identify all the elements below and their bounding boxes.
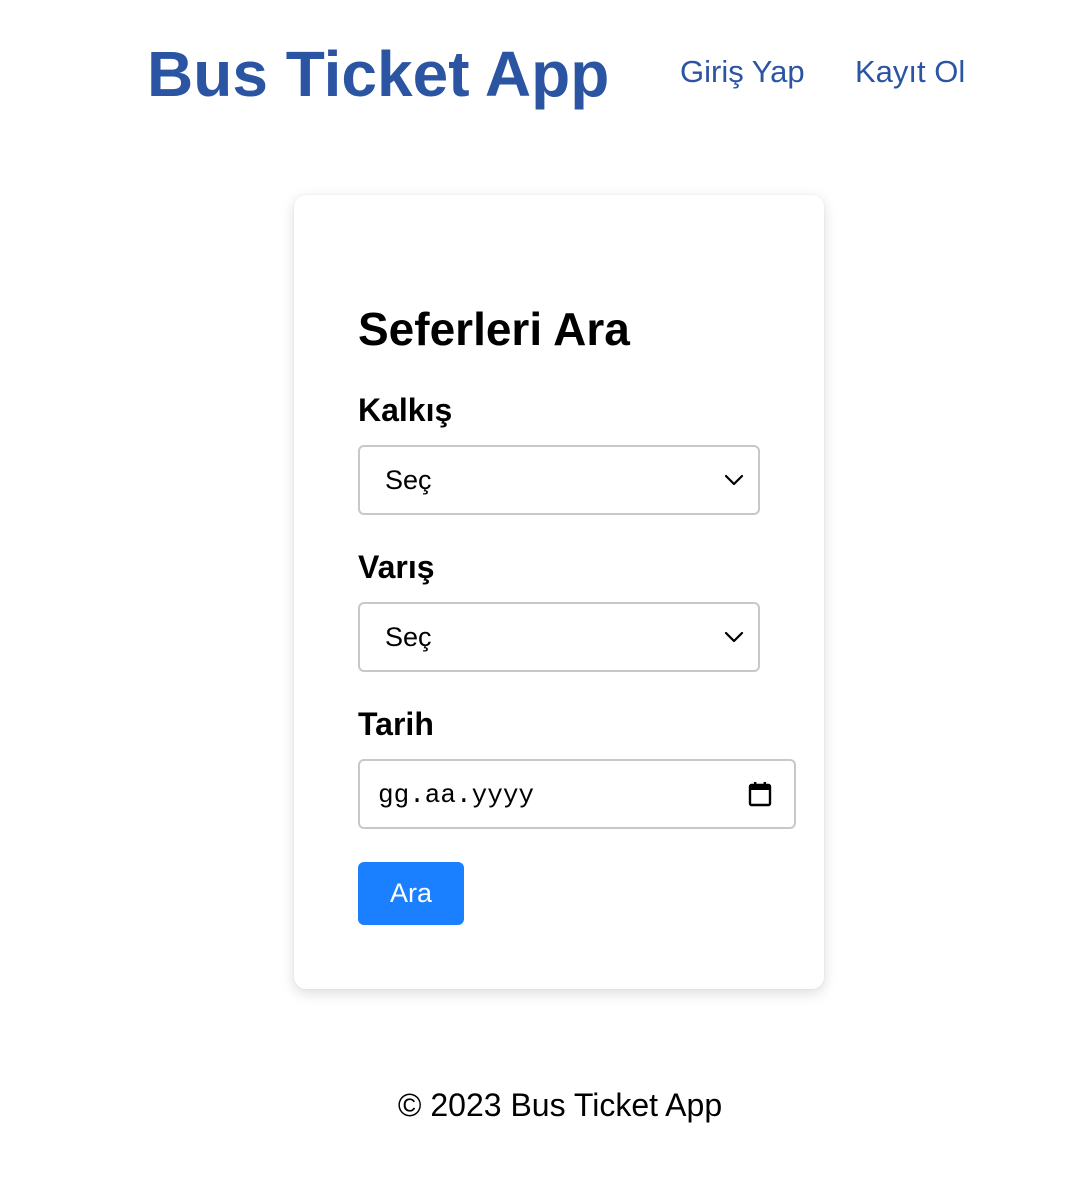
page: Bus Ticket App Giriş Yap Kayıt Ol Seferl…: [0, 0, 1076, 1186]
date-placeholder: gg.aa.yyyy: [378, 780, 535, 810]
date-label: Tarih: [358, 706, 434, 742]
search-button[interactable]: Ara: [358, 862, 464, 925]
date-input[interactable]: gg.aa.yyyy: [358, 759, 796, 829]
arrival-select[interactable]: Seç: [358, 602, 760, 672]
departure-select[interactable]: Seç: [358, 445, 760, 515]
search-card: Seferleri Ara Kalkış Seç Varış Seç Tarih…: [294, 195, 824, 989]
register-link[interactable]: Kayıt Ol: [855, 52, 965, 92]
form-title: Seferleri Ara: [358, 303, 630, 355]
calendar-icon[interactable]: [748, 781, 772, 807]
chevron-down-icon: [724, 631, 744, 643]
footer-copyright: © 2023 Bus Ticket App: [397, 1087, 723, 1123]
departure-selected-value: Seç: [385, 465, 432, 495]
arrival-selected-value: Seç: [385, 622, 432, 652]
login-link[interactable]: Giriş Yap: [680, 52, 805, 92]
arrival-label: Varış: [358, 549, 435, 585]
app-title: Bus Ticket App: [147, 38, 610, 110]
chevron-down-icon: [724, 474, 744, 486]
departure-label: Kalkış: [358, 392, 453, 428]
